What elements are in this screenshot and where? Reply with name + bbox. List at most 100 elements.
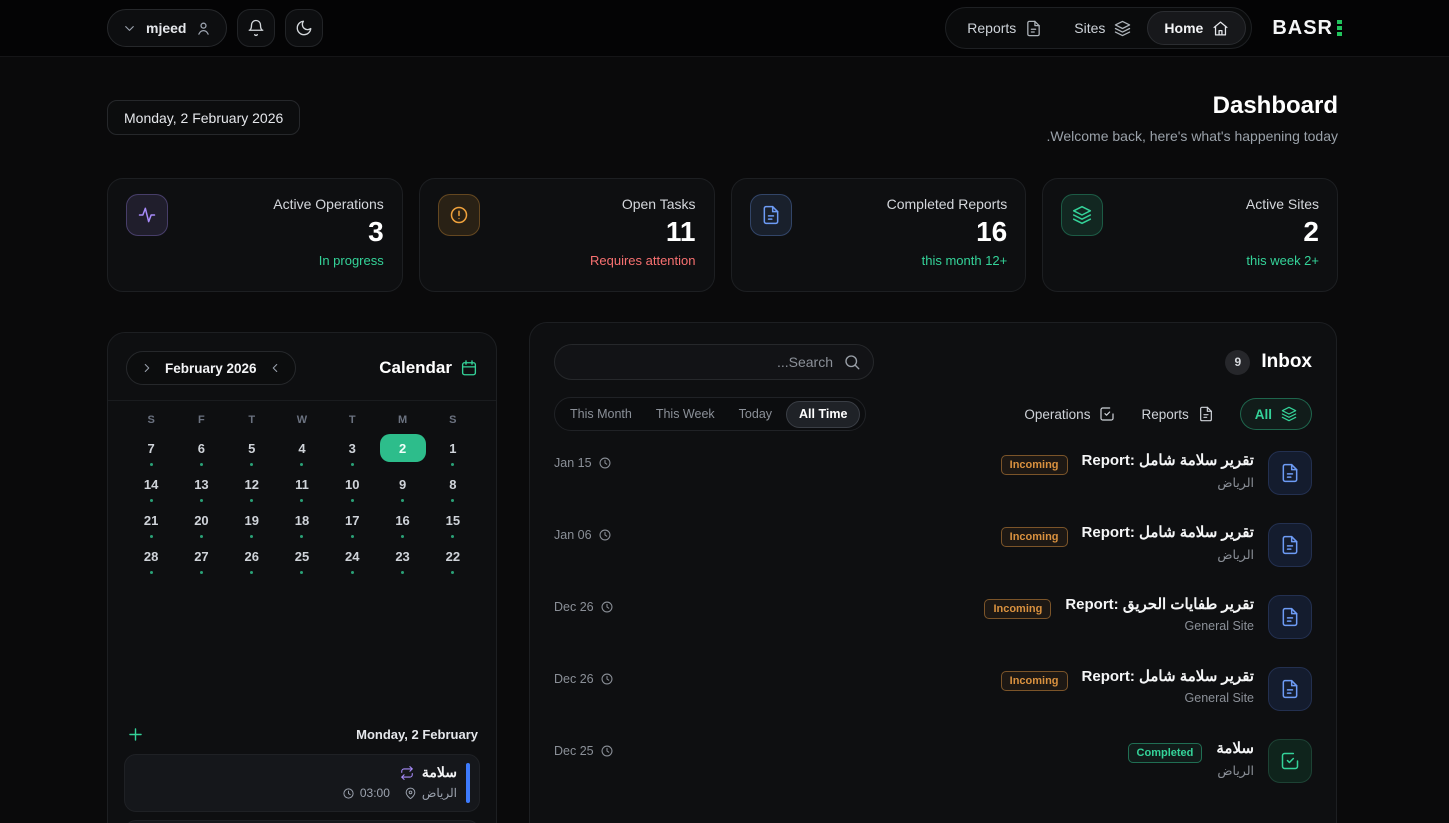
event-dot	[300, 535, 303, 538]
inbox-row[interactable]: Dec 26IncomingReport: تقرير سلامة شاملGe…	[554, 667, 1312, 739]
inbox-row[interactable]: Jan 15IncomingReport: تقرير سلامة شاملال…	[554, 451, 1312, 523]
calendar-day-7[interactable]: 7	[126, 434, 176, 470]
type-filter-operations[interactable]: Operations	[1024, 406, 1115, 422]
nav-item-sites[interactable]: Sites	[1058, 11, 1147, 45]
event-dot	[200, 463, 203, 466]
nav-item-reports[interactable]: Reports	[951, 11, 1058, 45]
inbox-row-date: Dec 25	[554, 744, 614, 758]
stat-value: 2	[1246, 216, 1319, 248]
calendar-day-28[interactable]: 28	[126, 542, 176, 578]
inbox-row-title: سلامة	[1216, 739, 1254, 757]
event-meta: 03:00 الرياض	[137, 786, 457, 800]
day-number: 2	[380, 434, 426, 462]
calendar-day-20[interactable]: 20	[176, 506, 226, 542]
calendar-day-5[interactable]: 5	[227, 434, 277, 470]
event-dot	[300, 571, 303, 574]
calendar-day-18[interactable]: 18	[277, 506, 327, 542]
time-filter-all-time[interactable]: All Time	[786, 401, 860, 428]
type-filter-group: Operations Reports All	[1024, 398, 1312, 430]
time-filter-this-week[interactable]: This Week	[646, 407, 725, 421]
inbox-row-icon-box	[1268, 667, 1312, 711]
day-number: 20	[178, 506, 224, 534]
month-switcher: February 2026	[126, 351, 296, 385]
calendar-day-1[interactable]: 1	[428, 434, 478, 470]
event-dot	[401, 571, 404, 574]
calendar-day-8[interactable]: 8	[428, 470, 478, 506]
next-month-button[interactable]	[268, 361, 282, 375]
calendar-week-row: 21201918171615	[126, 506, 478, 542]
inbox-row[interactable]: Dec 26IncomingReport: تقرير طفايات الحري…	[554, 595, 1312, 667]
stat-card[interactable]: Active Operations3In progress	[107, 178, 403, 292]
event-dot	[150, 535, 153, 538]
event-title: سلامة	[422, 764, 457, 781]
calendar-day-13[interactable]: 13	[176, 470, 226, 506]
calendar-day-23[interactable]: 23	[377, 542, 427, 578]
type-filter-reports[interactable]: Reports	[1141, 406, 1213, 422]
day-number: 24	[329, 542, 375, 570]
type-filter-all[interactable]: All	[1240, 398, 1312, 430]
event-dot	[351, 571, 354, 574]
calendar-day-12[interactable]: 12	[227, 470, 277, 506]
search-input[interactable]	[555, 345, 873, 379]
prev-month-button[interactable]	[140, 361, 154, 375]
user-menu-button[interactable]: mjeed	[107, 9, 227, 47]
stat-card[interactable]: Completed Reports16this month 12+	[731, 178, 1027, 292]
calendar-day-17[interactable]: 17	[327, 506, 377, 542]
moon-icon	[295, 19, 313, 37]
time-filter-this-month[interactable]: This Month	[560, 407, 642, 421]
calendar-day-21[interactable]: 21	[126, 506, 176, 542]
clock-icon	[600, 744, 614, 758]
brand-logo[interactable]: BASR	[1272, 17, 1342, 40]
chevron-right-icon	[140, 361, 154, 375]
inbox-row-site: الرياض	[1217, 475, 1254, 490]
calendar-day-19[interactable]: 19	[227, 506, 277, 542]
stat-subtext: this week 2+	[1246, 253, 1319, 268]
calendar-day-2[interactable]: 2	[377, 434, 427, 470]
weekday-label: T	[227, 414, 277, 426]
stat-icon-box	[1061, 194, 1103, 236]
calendar-day-6[interactable]: 6	[176, 434, 226, 470]
inbox-row-main: Completedسلامةالرياض	[1128, 739, 1312, 783]
page-header: Dashboard .Welcome back, here's what's h…	[1047, 92, 1338, 144]
inbox-row-text: Report: تقرير سلامة شاملGeneral Site	[1082, 667, 1254, 705]
calendar-day-24[interactable]: 24	[327, 542, 377, 578]
calendar-day-9[interactable]: 9	[377, 470, 427, 506]
calendar-day-27[interactable]: 27	[176, 542, 226, 578]
type-filter-label: Reports	[1141, 407, 1188, 422]
calendar-day-26[interactable]: 26	[227, 542, 277, 578]
inbox-row[interactable]: Jan 06IncomingReport: تقرير سلامة شاملال…	[554, 523, 1312, 595]
type-filter-label: All	[1255, 407, 1272, 422]
calendar-grid: 7654321141312111098212019181716152827262…	[126, 434, 478, 578]
calendar-day-3[interactable]: 3	[327, 434, 377, 470]
calendar-day-4[interactable]: 4	[277, 434, 327, 470]
calendar-day-15[interactable]: 15	[428, 506, 478, 542]
chevron-down-icon	[122, 21, 137, 36]
day-number: 13	[178, 470, 224, 498]
event-dot	[250, 535, 253, 538]
nav-item-home[interactable]: Home	[1147, 11, 1246, 45]
calendar-day-25[interactable]: 25	[277, 542, 327, 578]
calendar-day-14[interactable]: 14	[126, 470, 176, 506]
event-dot	[351, 463, 354, 466]
calendar-day-10[interactable]: 10	[327, 470, 377, 506]
inbox-row-site: الرياض	[1217, 547, 1254, 562]
calendar-day-22[interactable]: 22	[428, 542, 478, 578]
event-dot	[351, 535, 354, 538]
event-card[interactable]: سلامة 03:00 الرياض	[124, 754, 480, 812]
stat-card[interactable]: Open Tasks11Requires attention	[419, 178, 715, 292]
stat-card[interactable]: Active Sites2this week 2+	[1042, 178, 1338, 292]
time-filter-today[interactable]: Today	[729, 407, 782, 421]
weekday-label: F	[176, 414, 226, 426]
status-badge: Incoming	[1001, 455, 1068, 475]
inbox-row-main: IncomingReport: تقرير سلامة شاملGeneral …	[1001, 667, 1312, 711]
inbox-row[interactable]: Dec 25 Completedسلامةالرياض	[554, 739, 1312, 811]
calendar-day-16[interactable]: 16	[377, 506, 427, 542]
calendar-day-11[interactable]: 11	[277, 470, 327, 506]
stat-icon-box	[438, 194, 480, 236]
type-filter-label: Operations	[1024, 407, 1090, 422]
date-label: Jan 15	[554, 456, 592, 470]
stat-cards-row: Active Operations3In progressOpen Tasks1…	[107, 178, 1338, 292]
notifications-button[interactable]	[237, 9, 275, 47]
add-event-button[interactable]	[126, 725, 145, 744]
theme-toggle-button[interactable]	[285, 9, 323, 47]
